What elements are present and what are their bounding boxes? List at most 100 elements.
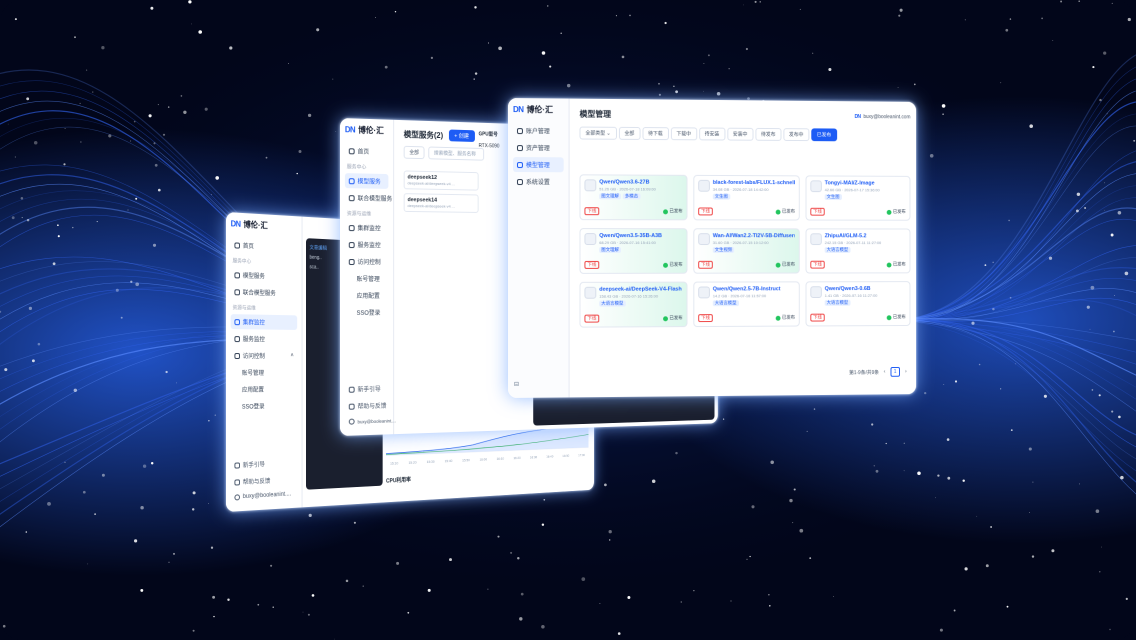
model-card[interactable]: ZhipuAI/GLM-5.2 242.15 GB · 2026-07-11 11…	[805, 228, 911, 274]
star	[26, 218, 30, 222]
model-meta: 242.15 GB · 2026-07-11 11:27:00	[824, 240, 882, 246]
nav-sso-login[interactable]: SSO登录	[345, 305, 389, 320]
star	[176, 382, 177, 384]
guide-link[interactable]: 新手引导	[345, 381, 389, 397]
search-input[interactable]: 搜索模型、服务名称	[428, 146, 485, 161]
nav-app-config[interactable]: 应用配置	[345, 288, 389, 303]
star	[809, 557, 812, 559]
star	[168, 561, 170, 563]
star	[1015, 363, 1017, 365]
filter-tab-5[interactable]: 待发布	[755, 127, 782, 141]
nav-service-monitor[interactable]: 服务监控	[345, 237, 389, 252]
star	[770, 460, 774, 465]
avatar	[234, 494, 241, 501]
collapse-icon[interactable]: ⊟	[514, 381, 519, 388]
model-name[interactable]: Tongyi-MAI/Z-Image	[825, 180, 880, 186]
nav-model-mgmt[interactable]: 模型管理	[512, 157, 564, 173]
gpu-label: GPU型号	[478, 131, 498, 138]
nav-cluster-monitor[interactable]: 集群监控	[345, 220, 389, 235]
star	[183, 110, 187, 114]
type-select[interactable]: 全部类型 ⌄	[579, 126, 617, 140]
filter-tab-1[interactable]: 待下载	[642, 127, 669, 141]
list-item[interactable]: deepseek12 deepseek-ai/deepseek-v4 ...	[403, 170, 479, 191]
model-name[interactable]: Qwen/Qwen3.6-27B	[599, 179, 656, 185]
star	[1125, 597, 1128, 601]
offline-button[interactable]: 下线	[698, 314, 713, 323]
nav-model-service[interactable]: 模型服务	[231, 267, 297, 284]
nav-account[interactable]: 账户管理	[513, 123, 564, 138]
nav-access-control[interactable]: 访问控制 ˄	[231, 348, 297, 363]
nav-service-monitor[interactable]: 服务监控	[231, 331, 297, 346]
model-card[interactable]: Qwen/Qwen3-0.6B 1.41 GB · 2026-07-16 11:2…	[805, 281, 911, 327]
model-name[interactable]: Qwen/Qwen3-0.6B	[825, 286, 878, 292]
model-card[interactable]: Qwen/Qwen3.6-27B 51.26 GB · 2026-07-18 16…	[579, 174, 688, 221]
model-card[interactable]: Qwen/Qwen3.5-35B-A3B 68.29 GB · 2026-07-1…	[579, 228, 688, 274]
model-name[interactable]: Qwen/Qwen2.5-7B-Instruct	[713, 286, 781, 292]
nav-joint-service[interactable]: 联合模型服务	[345, 190, 392, 206]
model-name[interactable]: deepseek-ai/DeepSeek-V4-Flash	[599, 287, 681, 293]
filter-tab-2[interactable]: 下载中	[670, 127, 697, 141]
star	[31, 359, 35, 363]
nav-account-mgmt[interactable]: 账号管理	[345, 271, 389, 286]
filter-tab-0[interactable]: 全部	[618, 126, 641, 140]
nav-home[interactable]: 首页	[345, 143, 389, 159]
offline-button[interactable]: 下线	[810, 260, 825, 269]
filter-tab-6[interactable]: 发布中	[783, 128, 810, 142]
model-name[interactable]: ZhipuAI/GLM-5.2	[825, 233, 882, 239]
model-icon	[584, 179, 597, 192]
star	[335, 131, 337, 132]
model-card[interactable]: Qwen/Qwen2.5-7B-Instruct 14.2 GB · 2026-0…	[693, 281, 800, 328]
logo-mark: DN	[512, 105, 524, 115]
model-name[interactable]: black-forest-labs/FLUX.1-schnell	[713, 180, 795, 186]
offline-button[interactable]: 下线	[584, 260, 600, 269]
offline-button[interactable]: 下线	[810, 207, 825, 216]
model-card[interactable]: Wan-AI/Wan2.2-TI2V-5B-Diffusers 31.60 GB …	[693, 228, 800, 274]
nav-asset[interactable]: 资产管理	[513, 140, 564, 155]
nav-home[interactable]: 首页	[231, 237, 297, 255]
nav-access-control[interactable]: 访问控制	[345, 254, 389, 269]
help-link[interactable]: 帮助与反馈	[345, 398, 389, 414]
filter-tab-4[interactable]: 安装中	[727, 127, 754, 141]
nav-system[interactable]: 系统设置	[513, 174, 564, 189]
offline-button[interactable]: 下线	[698, 260, 713, 269]
filter-all[interactable]: 全部	[403, 145, 425, 160]
list-item[interactable]: deepseek14 deepseek-ai/deepseek-v4 ...	[403, 193, 479, 213]
filter-tab-7[interactable]: 已发布	[811, 128, 837, 142]
model-card[interactable]: black-forest-labs/FLUX.1-schnell 34.08 GB…	[693, 174, 800, 221]
model-card[interactable]: deepseek-ai/DeepSeek-V4-Flash 158.43 GB ·…	[579, 281, 688, 328]
user-menu[interactable]: buxy@booleanint....	[345, 415, 396, 428]
next-page-button[interactable]: ›	[905, 369, 907, 375]
star	[135, 282, 140, 287]
page-1-button[interactable]: 1	[890, 366, 901, 377]
model-card[interactable]: Tongyi-MAI/Z-Image 42.66 GB · 2026-07-17 …	[805, 175, 911, 221]
star	[1005, 28, 1009, 32]
model-name[interactable]: Wan-AI/Wan2.2-TI2V-5B-Diffusers	[713, 233, 795, 239]
star	[1008, 219, 1010, 222]
offline-button[interactable]: 下线	[584, 207, 600, 216]
star	[14, 156, 16, 158]
nav-model-service[interactable]: 模型服务	[344, 173, 389, 189]
nav-cluster-monitor[interactable]: 集群监控	[230, 314, 298, 330]
guide-link[interactable]: 新手引导	[231, 455, 297, 473]
prev-page-button[interactable]: ‹	[884, 369, 886, 375]
nav-app-config[interactable]: 应用配置	[231, 381, 297, 397]
offline-button[interactable]: 下线	[698, 207, 713, 216]
model-tag: 文生视频	[712, 247, 735, 253]
model-name[interactable]: Qwen/Qwen3.5-35B-A3B	[599, 233, 662, 239]
star	[664, 21, 667, 25]
user-email[interactable]: buxy@booleanint.com	[863, 114, 910, 120]
star	[799, 8, 801, 10]
nav-label: 访问控制	[357, 260, 381, 267]
offline-button[interactable]: 下线	[584, 314, 600, 323]
help-link[interactable]: 帮助与反馈	[231, 472, 297, 490]
nav-sso-login[interactable]: SSO登录	[231, 398, 297, 414]
user-menu[interactable]: buxy@booleanint....	[231, 488, 297, 503]
filter-tab-3[interactable]: 待安装	[698, 127, 726, 141]
nav-label: 账号管理	[356, 277, 380, 283]
create-button[interactable]: + 创建	[448, 129, 475, 142]
star	[1113, 330, 1115, 333]
star	[947, 476, 951, 480]
offline-button[interactable]: 下线	[810, 313, 825, 322]
nav-account-mgmt[interactable]: 账号管理	[231, 365, 297, 380]
nav-joint-service[interactable]: 联合模型服务	[231, 284, 297, 301]
